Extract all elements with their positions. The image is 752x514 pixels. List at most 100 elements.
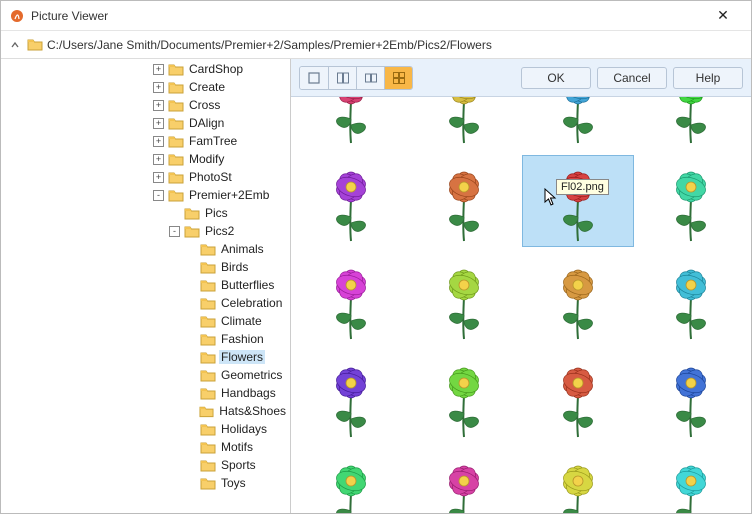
tree-item[interactable]: Motifs	[1, 438, 288, 456]
help-button[interactable]: Help	[673, 67, 743, 89]
thumbnail[interactable]	[295, 97, 407, 149]
current-path: C:/Users/Jane Smith/Documents/Premier+2/…	[47, 38, 492, 52]
tree-item-label: PhotoSt	[187, 170, 234, 184]
tree-item-label: Handbags	[219, 386, 278, 400]
tree-item[interactable]: Fashion	[1, 330, 288, 348]
app-icon	[9, 8, 25, 24]
folder-tree-panel: +CardShop+Create+Cross+DAlign+FamTree+Mo…	[1, 59, 291, 513]
thumbnail[interactable]	[636, 97, 748, 149]
view-mode-group	[299, 66, 413, 90]
tree-item[interactable]: Animals	[1, 240, 288, 258]
tree-item-label: Cross	[187, 98, 222, 112]
close-button[interactable]: ✕	[703, 2, 743, 30]
tree-item[interactable]: -Premier+2Emb	[1, 186, 288, 204]
tree-item-label: Animals	[219, 242, 266, 256]
tree-item-label: Sports	[219, 458, 258, 472]
expander-spacer	[185, 388, 196, 399]
thumbnail[interactable]	[636, 155, 748, 247]
expand-icon[interactable]: +	[153, 154, 164, 165]
window-title: Picture Viewer	[31, 9, 703, 23]
tree-item-label: Pics2	[203, 224, 236, 238]
content-panel: OK Cancel Help	[291, 59, 751, 513]
expand-icon[interactable]: +	[153, 64, 164, 75]
tree-horizontal-scrollbar[interactable]	[1, 496, 290, 513]
expander-spacer	[185, 370, 196, 381]
tree-item[interactable]: Geometrics	[1, 366, 288, 384]
tree-item[interactable]: Handbags	[1, 384, 288, 402]
content-toolbar: OK Cancel Help	[291, 59, 751, 97]
tree-item[interactable]: + DAlign	[1, 114, 288, 132]
tree-item[interactable]: +CardShop	[1, 60, 288, 78]
view-large-button[interactable]	[300, 67, 328, 89]
expander-spacer	[185, 262, 196, 273]
thumbnail[interactable]	[636, 449, 748, 513]
tree-item-label: Hats&Shoes	[217, 404, 288, 418]
thumbnail[interactable]	[409, 351, 521, 443]
expand-icon[interactable]: +	[153, 100, 164, 111]
tree-item[interactable]: Toys	[1, 474, 288, 492]
tree-item[interactable]: Butterflies	[1, 276, 288, 294]
folder-icon	[27, 37, 43, 53]
thumbnail-area[interactable]: Fl02.png	[291, 97, 751, 513]
tree-item[interactable]: Sports	[1, 456, 288, 474]
tree-item[interactable]: +Create	[1, 78, 288, 96]
view-grid-button[interactable]	[384, 67, 412, 89]
tree-item[interactable]: Pics	[1, 204, 288, 222]
titlebar: Picture Viewer ✕	[1, 1, 751, 31]
thumbnail[interactable]	[295, 449, 407, 513]
thumbnail[interactable]	[295, 155, 407, 247]
thumbnail[interactable]	[409, 253, 521, 345]
thumbnail[interactable]	[409, 449, 521, 513]
thumbnail[interactable]	[522, 97, 634, 149]
tree-item-label: Butterflies	[219, 278, 276, 292]
tree-item[interactable]: - Pics2	[1, 222, 288, 240]
thumbnail[interactable]	[522, 253, 634, 345]
thumbnail[interactable]	[295, 253, 407, 345]
folder-tree[interactable]: +CardShop+Create+Cross+DAlign+FamTree+Mo…	[1, 59, 290, 496]
tree-item[interactable]: + PhotoSt	[1, 168, 288, 186]
thumbnail[interactable]	[295, 351, 407, 443]
thumbnail[interactable]	[522, 351, 634, 443]
expand-icon[interactable]: +	[153, 172, 164, 183]
tree-item-label: Fashion	[219, 332, 266, 346]
tree-item-label: Climate	[219, 314, 264, 328]
tree-item[interactable]: + Modify	[1, 150, 288, 168]
thumbnail[interactable]	[522, 449, 634, 513]
tree-item[interactable]: +FamTree	[1, 132, 288, 150]
expander-spacer	[185, 460, 196, 471]
collapse-icon[interactable]: -	[153, 190, 164, 201]
view-tiles-button[interactable]	[328, 67, 356, 89]
tree-item-label: Geometrics	[219, 368, 284, 382]
tree-item[interactable]: Celebration	[1, 294, 288, 312]
tree-item[interactable]: + Cross	[1, 96, 288, 114]
picture-viewer-window: Picture Viewer ✕ C:/Users/Jane Smith/Doc…	[0, 0, 752, 514]
thumbnail[interactable]	[409, 155, 521, 247]
thumbnail[interactable]	[636, 253, 748, 345]
tree-item-label: Modify	[187, 152, 226, 166]
expand-icon[interactable]: +	[153, 136, 164, 147]
expander-spacer	[185, 424, 196, 435]
thumbnail[interactable]	[636, 351, 748, 443]
tree-item-label: DAlign	[187, 116, 226, 130]
tree-item[interactable]: Holidays	[1, 420, 288, 438]
collapse-icon[interactable]: -	[169, 226, 180, 237]
path-up-button[interactable]	[7, 35, 23, 55]
expand-icon[interactable]: +	[153, 118, 164, 129]
path-bar: C:/Users/Jane Smith/Documents/Premier+2/…	[1, 31, 751, 59]
tree-item-label: Toys	[219, 476, 248, 490]
expander-spacer	[185, 298, 196, 309]
cancel-button[interactable]: Cancel	[597, 67, 667, 89]
ok-button[interactable]: OK	[521, 67, 591, 89]
thumbnail[interactable]	[409, 97, 521, 149]
expander-spacer	[185, 406, 195, 417]
view-list-button[interactable]	[356, 67, 384, 89]
expand-icon[interactable]: +	[153, 82, 164, 93]
tree-item[interactable]: Birds	[1, 258, 288, 276]
expander-spacer	[169, 208, 180, 219]
expander-spacer	[185, 478, 196, 489]
tree-item[interactable]: Flowers	[1, 348, 288, 366]
expander-spacer	[185, 352, 196, 363]
thumbnail[interactable]	[522, 155, 634, 247]
tree-item[interactable]: Climate	[1, 312, 288, 330]
tree-item[interactable]: Hats&Shoes	[1, 402, 288, 420]
